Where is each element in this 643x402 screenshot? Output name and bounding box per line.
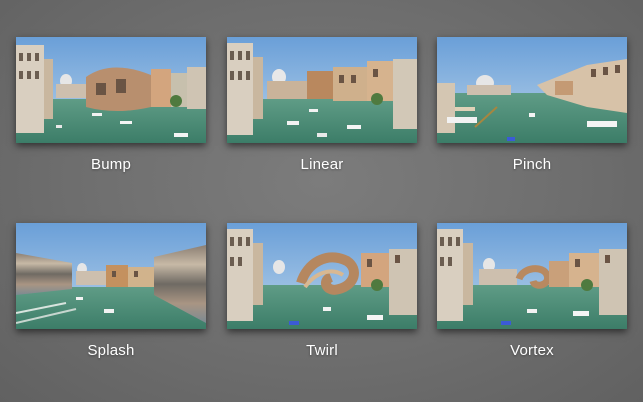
effect-tile-pinch[interactable]: Pinch <box>437 37 629 187</box>
effect-tile-bump[interactable]: Bump <box>16 37 208 187</box>
effect-label-bump: Bump <box>91 156 131 173</box>
effect-thumbnail-bump[interactable] <box>16 37 206 143</box>
effect-tile-twirl[interactable]: Twirl <box>227 223 419 373</box>
effect-label-pinch: Pinch <box>512 156 552 173</box>
effect-label-vortex: Vortex <box>510 342 554 359</box>
venice-canal-linear-image <box>227 37 417 143</box>
effect-tile-linear[interactable]: Linear <box>227 37 419 187</box>
venice-canal-pinch-image <box>437 37 627 143</box>
effect-thumbnail-pinch[interactable] <box>437 37 627 143</box>
effect-label-linear: Linear <box>300 156 344 173</box>
effect-thumbnail-splash[interactable] <box>16 223 206 329</box>
effect-thumbnail-linear[interactable] <box>227 37 417 143</box>
venice-canal-twirl-image <box>227 223 417 329</box>
venice-canal-vortex-image <box>437 223 627 329</box>
effect-tile-splash[interactable]: Splash <box>16 223 208 373</box>
effect-thumbnail-twirl[interactable] <box>227 223 417 329</box>
venice-canal-bump-image <box>16 37 206 143</box>
effect-label-twirl: Twirl <box>306 342 338 359</box>
effect-thumbnail-vortex[interactable] <box>437 223 627 329</box>
venice-canal-splash-image <box>16 223 206 329</box>
effect-label-splash: Splash <box>87 342 135 359</box>
effects-grid: Bump Linear Pinch Splash Twirl Vortex <box>0 0 643 402</box>
effect-tile-vortex[interactable]: Vortex <box>437 223 629 373</box>
